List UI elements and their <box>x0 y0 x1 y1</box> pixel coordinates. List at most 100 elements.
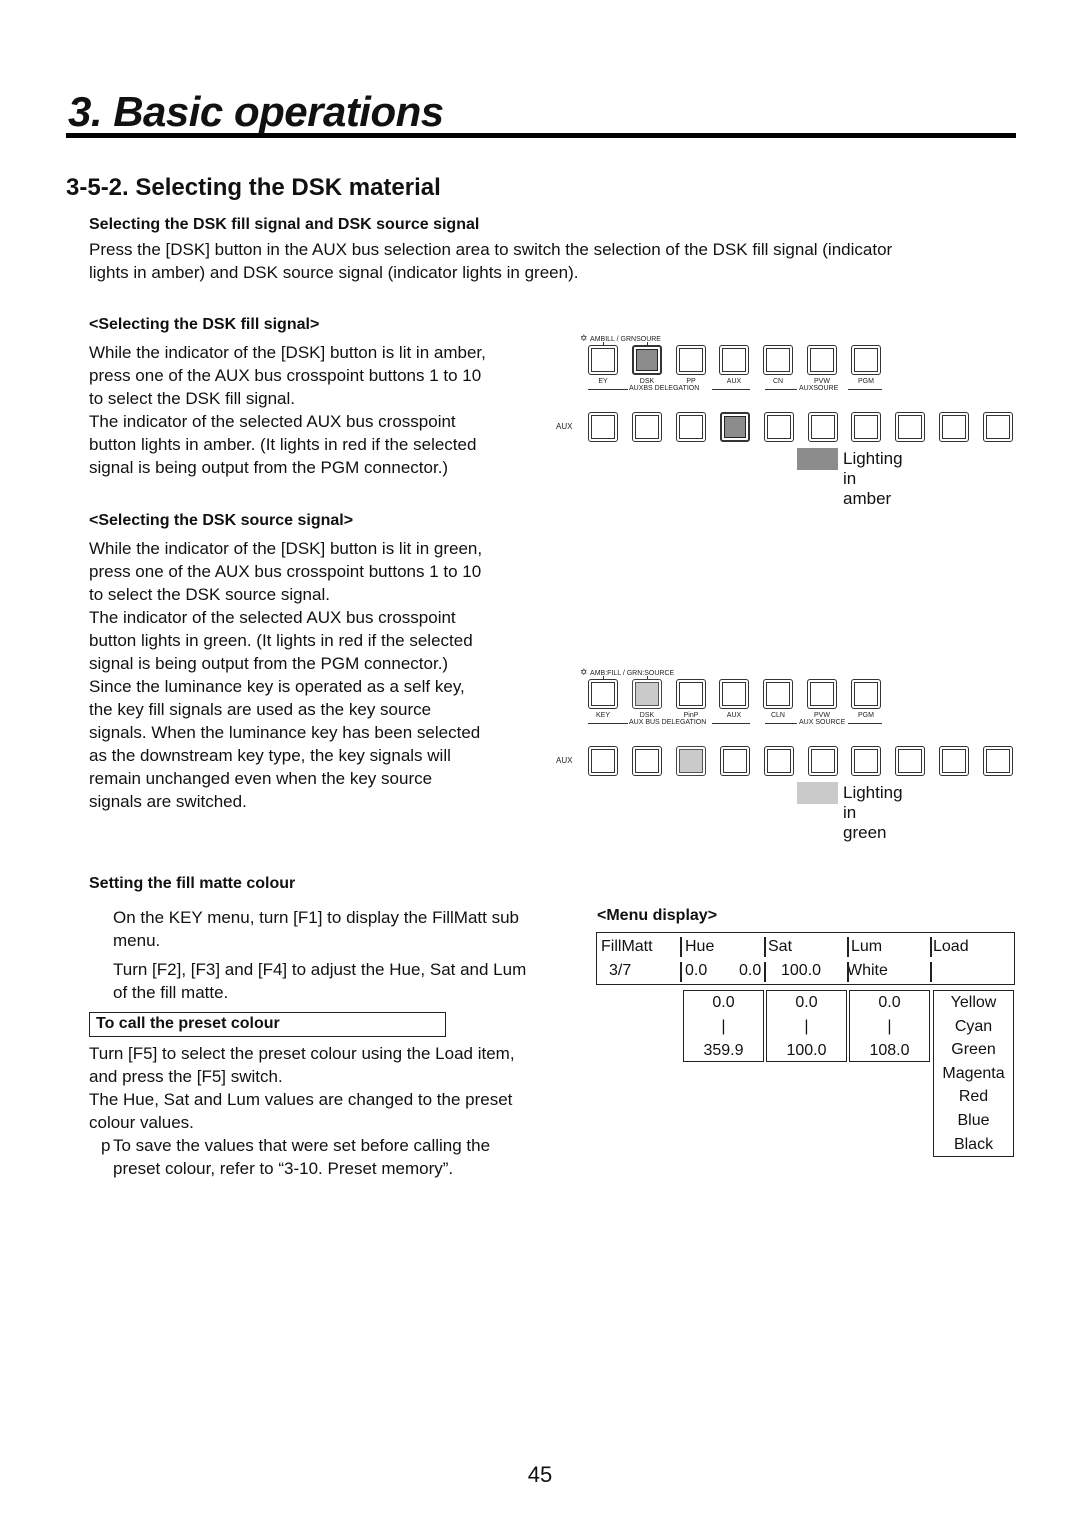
aux-crosspoint-button-8[interactable] <box>895 746 925 776</box>
lum-range-box: 0.0 | 108.0 <box>849 990 930 1062</box>
button-indicator <box>635 415 659 439</box>
button-indicator <box>811 415 835 439</box>
fill-matte-line: menu. <box>113 931 161 950</box>
menu-label-hue: Hue <box>685 938 715 955</box>
aux-crosspoint-button-1[interactable] <box>588 746 618 776</box>
menu-label-load: Load <box>933 938 969 955</box>
menu-value-hue: 0.0 <box>685 962 708 979</box>
source-signal-text: While the indicator of the [DSK] button … <box>89 537 549 813</box>
delegation-button-cn[interactable] <box>763 345 793 375</box>
aux-crosspoint-button-5[interactable] <box>764 746 794 776</box>
preset-item: Red <box>958 1088 989 1106</box>
group-label-delegation: AUX BUS DELEGATION <box>629 719 707 726</box>
preset-item: Yellow <box>950 994 997 1011</box>
group-line <box>588 723 628 724</box>
fill-signal-line: While the indicator of the [DSK] button … <box>89 343 486 362</box>
button-indicator <box>679 348 703 372</box>
source-signal-line: signals are switched. <box>89 792 247 811</box>
menu-label-sat: Sat <box>768 938 793 955</box>
delegation-button-dsk[interactable] <box>632 345 662 375</box>
aux-crosspoint-button-2[interactable] <box>632 746 662 776</box>
aux-crosspoint-button-9[interactable] <box>939 412 969 442</box>
aux-crosspoint-button-5[interactable] <box>764 412 794 442</box>
delegation-button-pgm[interactable] <box>851 345 881 375</box>
aux-crosspoint-button-3[interactable] <box>676 412 706 442</box>
source-signal-line: remain unchanged even when the key sourc… <box>89 769 433 788</box>
menu-title: FillMatt <box>601 938 653 955</box>
button-indicator <box>898 749 922 773</box>
button-indicator <box>724 416 746 438</box>
delegation-button-key[interactable] <box>588 679 618 709</box>
delegation-button-pp[interactable] <box>676 345 706 375</box>
button-indicator <box>810 348 834 372</box>
button-indicator <box>635 682 659 706</box>
aux-row-label: AUX <box>556 422 573 431</box>
button-indicator <box>986 749 1010 773</box>
button-indicator <box>942 415 966 439</box>
lighting-label: Lighting in amber <box>843 449 903 508</box>
delegation-button-aux[interactable] <box>719 345 749 375</box>
menu-page: 3/7 <box>609 962 632 979</box>
lighting-swatch <box>797 448 838 470</box>
button-indicator <box>636 349 658 371</box>
aux-crosspoint-button-7[interactable] <box>851 412 881 442</box>
intro-line: Press the [DSK] button in the AUX bus se… <box>89 240 893 259</box>
delegation-button-pvw[interactable] <box>807 345 837 375</box>
section-title: 3-5-2. Selecting the DSK material <box>66 174 441 201</box>
preset-item: Cyan <box>954 1017 993 1035</box>
aux-crosspoint-button-9[interactable] <box>939 746 969 776</box>
button-indicator <box>854 682 878 706</box>
fill-signal-line: to select the DSK fill signal. <box>89 389 295 408</box>
button-indicator <box>766 348 790 372</box>
lighting-swatch <box>797 782 838 804</box>
delegation-button-label: CN <box>772 378 784 385</box>
preset-item: Black <box>953 1135 994 1153</box>
delegation-button-pvw[interactable] <box>807 679 837 709</box>
delegation-button-pinp[interactable] <box>676 679 706 709</box>
delegation-button-cln[interactable] <box>763 679 793 709</box>
group-line <box>765 723 797 724</box>
group-label-delegation: AUXBS DELEGATION <box>629 385 700 392</box>
delegation-button-label: AUX <box>726 712 742 719</box>
aux-crosspoint-button-4[interactable] <box>720 412 750 442</box>
button-indicator <box>679 682 703 706</box>
group-line <box>765 389 797 390</box>
delegation-button-label: DSK <box>639 712 655 719</box>
fill-matte-line: On the KEY menu, turn [F1] to display th… <box>113 908 519 927</box>
aux-crosspoint-button-1[interactable] <box>588 412 618 442</box>
delegation-button-aux[interactable] <box>719 679 749 709</box>
menu-display-heading: <Menu display> <box>597 907 718 924</box>
delegation-button-dsk[interactable] <box>632 679 662 709</box>
delegation-button-label: PVW <box>814 378 830 385</box>
aux-crosspoint-button-10[interactable] <box>983 412 1013 442</box>
source-signal-line: button lights in green. (It lights in re… <box>89 631 473 650</box>
range-min: 0.0 <box>878 994 901 1011</box>
aux-crosspoint-button-6[interactable] <box>808 746 838 776</box>
button-indicator <box>591 682 615 706</box>
delegation-button-label: KEY <box>595 712 610 719</box>
aux-crosspoint-button-4[interactable] <box>720 746 750 776</box>
delegation-button-label: EY <box>598 378 608 385</box>
fill-matte-para2: Turn [F2], [F3] and [F4] to adjust the H… <box>113 958 583 1004</box>
menu-value-lum: White <box>847 962 888 979</box>
group-label-source: AUX SOURCE <box>799 719 846 726</box>
source-signal-line: Since the luminance key is operated as a… <box>89 677 465 696</box>
button-indicator <box>767 749 791 773</box>
menu-divider <box>680 937 682 957</box>
aux-crosspoint-button-7[interactable] <box>851 746 881 776</box>
aux-crosspoint-button-2[interactable] <box>632 412 662 442</box>
delegation-button-ey[interactable] <box>588 345 618 375</box>
menu-divider <box>680 962 682 982</box>
button-indicator <box>854 749 878 773</box>
note-text: To save the values that were set before … <box>113 1134 583 1180</box>
delegation-button-label: PGM <box>858 712 874 719</box>
aux-crosspoint-button-8[interactable] <box>895 412 925 442</box>
hue-range-box: 0.0 | 359.9 <box>683 990 764 1062</box>
menu-divider <box>847 937 849 957</box>
delegation-button-pgm[interactable] <box>851 679 881 709</box>
source-signal-line: to select the DSK source signal. <box>89 585 330 604</box>
aux-crosspoint-button-3[interactable] <box>676 746 706 776</box>
delegation-button-label: PinP <box>683 712 699 719</box>
aux-crosspoint-button-10[interactable] <box>983 746 1013 776</box>
aux-crosspoint-button-6[interactable] <box>808 412 838 442</box>
